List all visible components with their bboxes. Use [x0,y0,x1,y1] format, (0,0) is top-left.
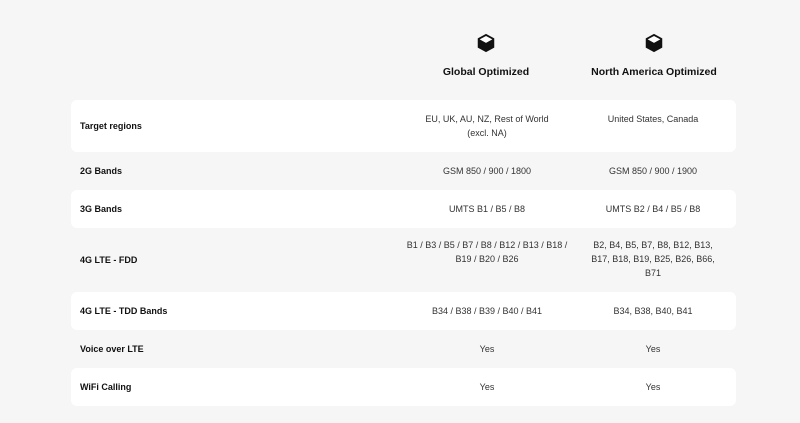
row-label: 4G LTE - TDD Bands [80,306,168,316]
cell-north-america: Yes [645,344,661,354]
cell-global: EU, UK, AU, NZ, Rest of World (excl. NA) [425,114,549,138]
cell-global: Yes [479,344,495,354]
table-row-3g-bands: 3G Bands UMTS B1 / B5 / B8 UMTS B2 / B4 … [71,190,736,228]
table-row-target-regions: Target regions EU, UK, AU, NZ, Rest of W… [71,100,736,152]
cell-north-america: B2, B4, B5, B7, B8, B12, B13, B17, B18, … [591,240,715,278]
table-row-4g-lte-fdd: 4G LTE - FDD B1 / B3 / B5 / B7 / B8 / B1… [71,228,736,292]
column-header-north-america: North America Optimized [572,32,736,78]
column-header-global: Global Optimized [404,32,568,78]
cell-global: GSM 850 / 900 / 1800 [442,166,532,176]
cell-north-america: United States, Canada [607,114,699,124]
row-label: 4G LTE - FDD [80,255,138,265]
row-label: WiFi Calling [80,382,132,392]
table-row-2g-bands: 2G Bands GSM 850 / 900 / 1800 GSM 850 / … [71,152,736,190]
comparison-table: Target regions EU, UK, AU, NZ, Rest of W… [71,100,736,406]
column-title: North America Optimized [591,66,717,78]
cube-icon [477,33,495,53]
cell-north-america: GSM 850 / 900 / 1900 [608,166,698,176]
row-label: 2G Bands [80,166,123,176]
cell-global: UMTS B1 / B5 / B8 [448,204,526,214]
column-title: Global Optimized [442,66,530,78]
cell-north-america: B34, B38, B40, B41 [613,306,693,316]
table-row-4g-lte-tdd: 4G LTE - TDD Bands B34 / B38 / B39 / B40… [71,292,736,330]
cell-global: Yes [479,382,495,392]
cell-global: B1 / B3 / B5 / B7 / B8 / B12 / B13 / B18… [406,240,568,264]
comparison-page: Global Optimized North America Optimized… [0,0,800,423]
cube-icon [645,33,663,53]
cell-north-america: Yes [645,382,661,392]
cell-north-america: UMTS B2 / B4 / B5 / B8 [605,204,701,214]
table-row-voice-over-lte: Voice over LTE Yes Yes [71,330,736,368]
cell-global: B34 / B38 / B39 / B40 / B41 [431,306,543,316]
row-label: Voice over LTE [80,344,144,354]
row-label: 3G Bands [80,204,123,214]
row-label: Target regions [80,121,142,131]
table-row-wifi-calling: WiFi Calling Yes Yes [71,368,736,406]
table-header: Global Optimized North America Optimized [0,0,800,100]
